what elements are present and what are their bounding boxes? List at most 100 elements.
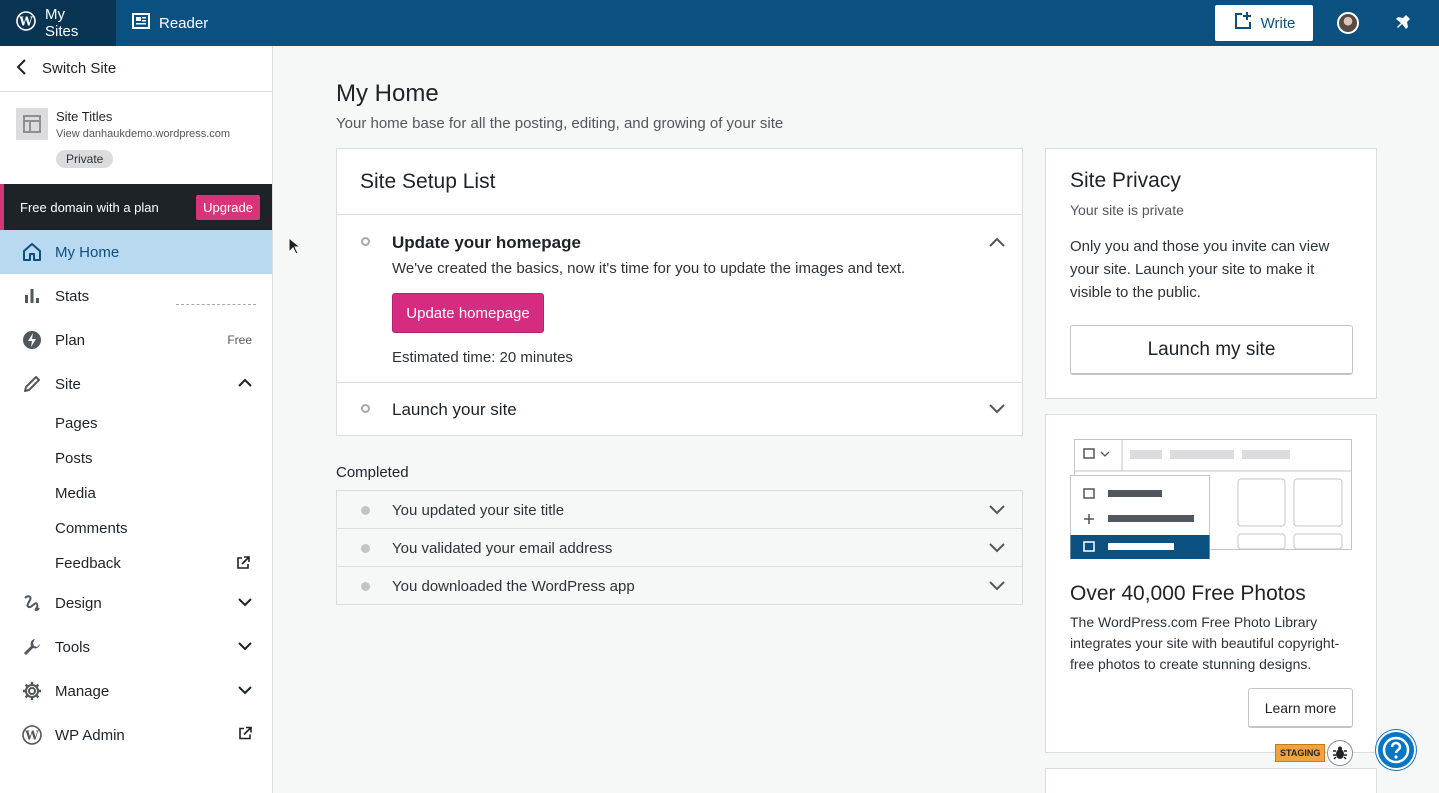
sidebar-subitem-pages[interactable]: Pages [0,406,272,441]
subitem-label: Posts [55,450,93,467]
sidebar-item-wp-admin[interactable]: W WP Admin [0,713,272,757]
new-post-icon [1233,11,1253,35]
completed-task-text: You updated your site title [392,502,565,519]
stats-sparkline [176,304,256,305]
write-button[interactable]: Write [1215,5,1313,41]
my-sites-button[interactable]: W My Sites [0,0,116,46]
sidebar-item-label: WP Admin [55,726,125,744]
task-launch-site[interactable]: Launch your site [337,383,1022,436]
chevron-down-icon[interactable] [988,577,1006,595]
sidebar-item-stats[interactable]: Stats [0,274,272,318]
reader-label: Reader [159,14,209,32]
sidebar-item-manage[interactable]: Manage [0,669,272,713]
sidebar-item-label: Site [55,375,81,393]
chevron-left-icon [16,58,28,79]
sidebar-subitem-posts[interactable]: Posts [0,441,272,476]
sidebar-item-label: Plan [55,331,86,349]
my-sites-label: My Sites [45,6,79,40]
switch-site-label: Switch Site [42,60,117,77]
help-icon[interactable] [1376,730,1416,770]
sidebar-item-site[interactable]: Site [0,362,272,406]
external-link-icon [238,726,252,744]
completed-task-row[interactable]: You updated your site title [337,491,1022,529]
photo-library-illustration [1070,437,1354,559]
plan-badge: Free [227,333,252,347]
bug-report-icon[interactable] [1327,740,1353,766]
notifications-bell-icon[interactable] [1391,12,1413,34]
sidebar-subitem-media[interactable]: Media [0,476,272,511]
switch-site-button[interactable]: Switch Site [0,46,272,92]
chevron-up-icon [238,377,252,391]
subitem-label: Media [55,485,96,502]
completed-task-row[interactable]: You downloaded the WordPress app [337,567,1022,605]
privacy-subtitle: Your site is private [1070,202,1184,218]
chevron-down-icon [238,640,252,654]
sidebar-item-label: Tools [55,638,91,656]
site-privacy-card: Site Privacy Your site is private Only y… [1045,148,1377,399]
write-label: Write [1260,14,1296,32]
free-photos-card: Over 40,000 Free Photos The WordPress.co… [1045,414,1377,753]
svg-text:W: W [24,729,39,743]
chevron-down-icon [238,684,252,698]
task-status-circle [361,404,370,413]
chevron-down-icon [238,596,252,610]
sidebar: Switch Site Site Titles View danhaukdemo… [0,46,273,793]
masterbar: W My Sites Reader Write [0,0,1439,46]
domain-upsell-banner[interactable]: Free domain with a plan Upgrade [0,184,272,230]
completed-task-row[interactable]: You validated your email address [337,529,1022,567]
task-title: Launch your site [392,400,517,419]
chevron-down-icon[interactable] [988,501,1006,519]
site-setup-card: Site Setup List Update your homepage We'… [336,148,1023,436]
external-link-icon [236,556,250,574]
reader-icon [132,13,150,33]
gear-icon [22,681,42,701]
privacy-body: Only you and those you invite can view y… [1070,238,1330,301]
privacy-title: Site Privacy [1070,169,1181,192]
chevron-down-icon[interactable] [988,539,1006,557]
avatar[interactable] [1337,12,1359,34]
photos-title: Over 40,000 Free Photos [1070,582,1306,605]
current-site-card[interactable]: Site Titles View danhaukdemo.wordpress.c… [0,92,272,184]
reader-button[interactable]: Reader [116,0,224,46]
sidebar-item-label: Design [55,594,102,612]
completed-tasks-list: You updated your site title You validate… [336,490,1023,605]
task-update-homepage: Update your homepage We've created the b… [337,215,1022,383]
task-title[interactable]: Update your homepage [392,233,581,253]
subitem-label: Feedback [55,555,121,572]
task-status-circle [361,237,370,246]
sidebar-item-my-home[interactable]: My Home [0,230,272,274]
task-complete-dot [361,582,370,591]
task-description: We've created the basics, now it's time … [392,260,906,277]
chevron-down-icon[interactable] [988,400,1006,418]
task-complete-dot [361,544,370,553]
task-estimate: Estimated time: 20 minutes [392,349,573,366]
photos-body: The WordPress.com Free Photo Library int… [1070,614,1340,672]
sidebar-subitem-comments[interactable]: Comments [0,511,272,546]
home-icon [22,242,42,262]
sidebar-item-design[interactable]: Design [0,581,272,625]
pencil-icon [22,374,42,394]
private-badge: Private [56,150,114,168]
learn-more-button[interactable]: Learn more [1248,688,1353,728]
sidebar-item-label: Stats [55,287,90,305]
sidebar-item-label: My Home [55,243,120,261]
site-url-link[interactable]: View danhaukdemo.wordpress.com [56,128,241,140]
site-title: Site Titles [56,109,113,124]
upsell-text: Free domain with a plan [20,199,159,215]
wrench-icon [22,637,42,657]
launch-my-site-button[interactable]: Launch my site [1070,325,1353,375]
completed-heading: Completed [336,464,409,481]
page-title: My Home [336,80,439,107]
update-homepage-button[interactable]: Update homepage [392,293,544,333]
svg-text:W: W [18,15,33,29]
sidebar-item-plan[interactable]: Plan Free [0,318,272,362]
upgrade-button[interactable]: Upgrade [196,194,260,220]
wordpress-icon: W [16,11,36,35]
sidebar-subitem-feedback[interactable]: Feedback [0,546,272,581]
chevron-up-icon[interactable] [988,233,1006,251]
sidebar-item-tools[interactable]: Tools [0,625,272,669]
page-subtitle: Your home base for all the posting, edit… [336,115,784,132]
next-card-partial [1045,768,1377,793]
wordpress-icon: W [22,725,42,745]
subitem-label: Comments [55,520,128,537]
